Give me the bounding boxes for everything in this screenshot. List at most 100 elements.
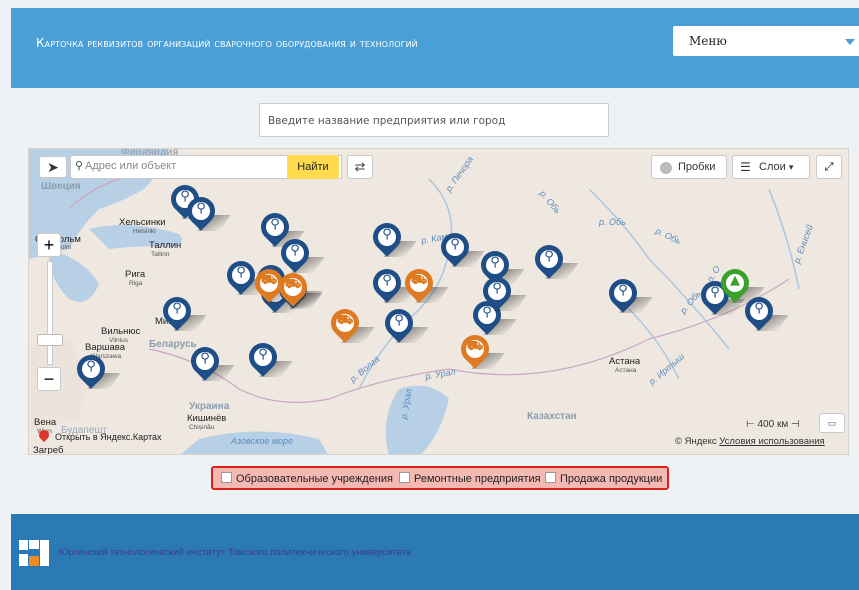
wrench-icon: ⚲ xyxy=(544,249,554,264)
institute-logo xyxy=(17,536,51,570)
repair-marker[interactable]: ⚲ xyxy=(739,291,789,337)
address-search-input[interactable]: Адрес или объект xyxy=(85,160,176,172)
menu-dropdown[interactable]: Меню xyxy=(673,26,859,56)
graduation-cap-icon: ▲ xyxy=(730,273,740,288)
wrench-icon: ⚲ xyxy=(492,281,502,296)
expand-icon: ⤢ xyxy=(824,161,834,173)
navigation-arrow-icon: ➤ xyxy=(47,159,59,175)
ruler-icon: ▭ xyxy=(827,418,837,428)
scale-label: 400 км xyxy=(757,419,789,430)
repair-marker[interactable]: ⚲ xyxy=(157,291,207,337)
header-bar: Карточка реквизитов организаций сварочно… xyxy=(11,8,859,88)
layers-button[interactable]: ☰ Слои ▾ xyxy=(732,155,810,179)
repair-marker[interactable]: ⚲ xyxy=(435,227,485,273)
yandex-map[interactable]: Финляндия Швеция Хельсинки Helsinki Сток… xyxy=(28,148,849,455)
sales-marker[interactable]: ⛟ xyxy=(273,267,323,313)
legend-filters: Образовательные учреждения Ремонтные пре… xyxy=(211,466,669,490)
map-label-sweden: Швеция xyxy=(41,181,81,192)
route-icon: ⇄ xyxy=(354,159,366,174)
cart-icon: ⛟ xyxy=(410,273,428,288)
repair-marker[interactable]: ⚲ xyxy=(379,303,429,349)
repair-marker[interactable]: ⚲ xyxy=(221,255,271,301)
repair-checkbox[interactable] xyxy=(399,472,410,483)
repair-marker[interactable]: ⚲ xyxy=(243,337,293,383)
map-label-r-ob-2: р. Обь xyxy=(599,217,626,227)
ruler-button[interactable]: ▭ xyxy=(819,413,845,433)
map-label-riga: Рига xyxy=(125,269,146,280)
repair-marker[interactable]: ⚲ xyxy=(529,239,579,285)
page-title: Карточка реквизитов организаций сварочно… xyxy=(36,36,418,50)
menu-label: Меню xyxy=(689,34,727,48)
filter-repair[interactable]: Ремонтные предприятия xyxy=(399,472,541,485)
layers-icon: ☰ xyxy=(740,160,751,174)
repair-marker[interactable]: ⚲ xyxy=(603,273,653,319)
map-label-riga-sub: Riga xyxy=(129,280,143,287)
cart-icon: ⛟ xyxy=(466,339,484,354)
map-label-astana-sub: Астана xyxy=(615,367,637,374)
filter-sales-label: Продажа продукции xyxy=(560,473,663,485)
map-label-warsaw: Варшава xyxy=(85,342,126,353)
terms-link[interactable]: Условия использования xyxy=(719,436,824,447)
chevron-down-icon xyxy=(845,39,855,45)
wrench-icon: ⚲ xyxy=(86,359,96,374)
sales-marker[interactable]: ⛟ xyxy=(325,303,375,349)
wrench-icon: ⚲ xyxy=(290,243,300,258)
map-label-kishinev-sub: Chișinău xyxy=(189,424,215,431)
filter-sales[interactable]: Продажа продукции xyxy=(545,472,662,485)
wrench-icon: ⚲ xyxy=(200,351,210,366)
wrench-icon: ⚲ xyxy=(394,313,404,328)
search-icon: ⚲ xyxy=(75,160,84,172)
route-button[interactable]: ⇄ xyxy=(347,155,373,179)
wrench-icon: ⚲ xyxy=(196,201,206,216)
fullscreen-button[interactable]: ⤢ xyxy=(816,155,842,179)
zoom-in-button[interactable]: + xyxy=(37,233,61,257)
repair-marker[interactable]: ⚲ xyxy=(71,349,121,395)
map-label-ukraine: Украина xyxy=(189,401,230,412)
map-label-vienna: Вена xyxy=(34,417,57,428)
traffic-button[interactable]: Пробки xyxy=(651,155,727,179)
layers-label: Слои xyxy=(759,161,786,173)
map-label-kishinev: Кишинёв xyxy=(187,413,227,424)
map-scale: ⊢ 400 км ⊣ xyxy=(746,419,800,430)
find-button[interactable]: Найти xyxy=(287,155,339,179)
open-in-yandex-link[interactable]: Открыть в Яндекс.Картах xyxy=(55,432,161,442)
wrench-icon: ⚲ xyxy=(382,227,392,242)
zoom-slider-handle[interactable] xyxy=(37,334,63,346)
filter-repair-label: Ремонтные предприятия xyxy=(414,473,541,485)
sales-checkbox[interactable] xyxy=(545,472,556,483)
repair-marker[interactable]: ⚲ xyxy=(185,341,235,387)
map-label-tallinn-sub: Tallinn xyxy=(151,251,170,258)
wrench-icon: ⚲ xyxy=(618,283,628,298)
sales-marker[interactable]: ⛟ xyxy=(399,263,449,309)
wrench-icon: ⚲ xyxy=(490,255,500,270)
wrench-icon: ⚲ xyxy=(270,217,280,232)
map-label-azov: Азовское море xyxy=(231,436,294,446)
zoom-slider-track[interactable] xyxy=(47,261,53,365)
zoom-out-button[interactable]: − xyxy=(37,367,61,391)
cart-icon: ⛟ xyxy=(284,277,302,292)
map-copyright: © Яндекс Условия использования xyxy=(675,436,825,447)
organization-search-input[interactable]: Введите название предприятия или город xyxy=(259,103,609,137)
filter-education[interactable]: Образовательные учреждения xyxy=(221,472,393,485)
education-checkbox[interactable] xyxy=(221,472,232,483)
map-label-zagreb: Загреб xyxy=(33,445,64,455)
wrench-icon: ⚲ xyxy=(382,273,392,288)
traffic-icon xyxy=(660,162,672,174)
repair-marker[interactable]: ⚲ xyxy=(367,217,417,263)
map-label-helsinki-sub: Helsinki xyxy=(133,228,156,235)
footer: Юргинский технологический институт Томск… xyxy=(11,514,859,590)
map-label-kazakhstan: Казахстан xyxy=(527,411,577,422)
repair-marker[interactable]: ⚲ xyxy=(477,271,527,317)
map-label-astana: Астана xyxy=(609,356,641,367)
wrench-icon: ⚲ xyxy=(450,237,460,252)
map-label-vilnius: Вильнюс xyxy=(101,326,141,337)
repair-marker[interactable]: ⚲ xyxy=(181,191,231,237)
repair-marker[interactable]: ⚲ xyxy=(367,263,417,309)
chevron-down-icon: ▾ xyxy=(788,162,794,172)
copyright-text: © Яндекс xyxy=(675,436,717,447)
filter-education-label: Образовательные учреждения xyxy=(236,473,393,485)
geolocation-button[interactable]: ➤ xyxy=(39,156,67,178)
map-label-tallinn: Таллин xyxy=(149,240,182,251)
sales-marker[interactable]: ⛟ xyxy=(455,329,505,375)
map-label-belarus: Беларусь xyxy=(149,339,197,350)
